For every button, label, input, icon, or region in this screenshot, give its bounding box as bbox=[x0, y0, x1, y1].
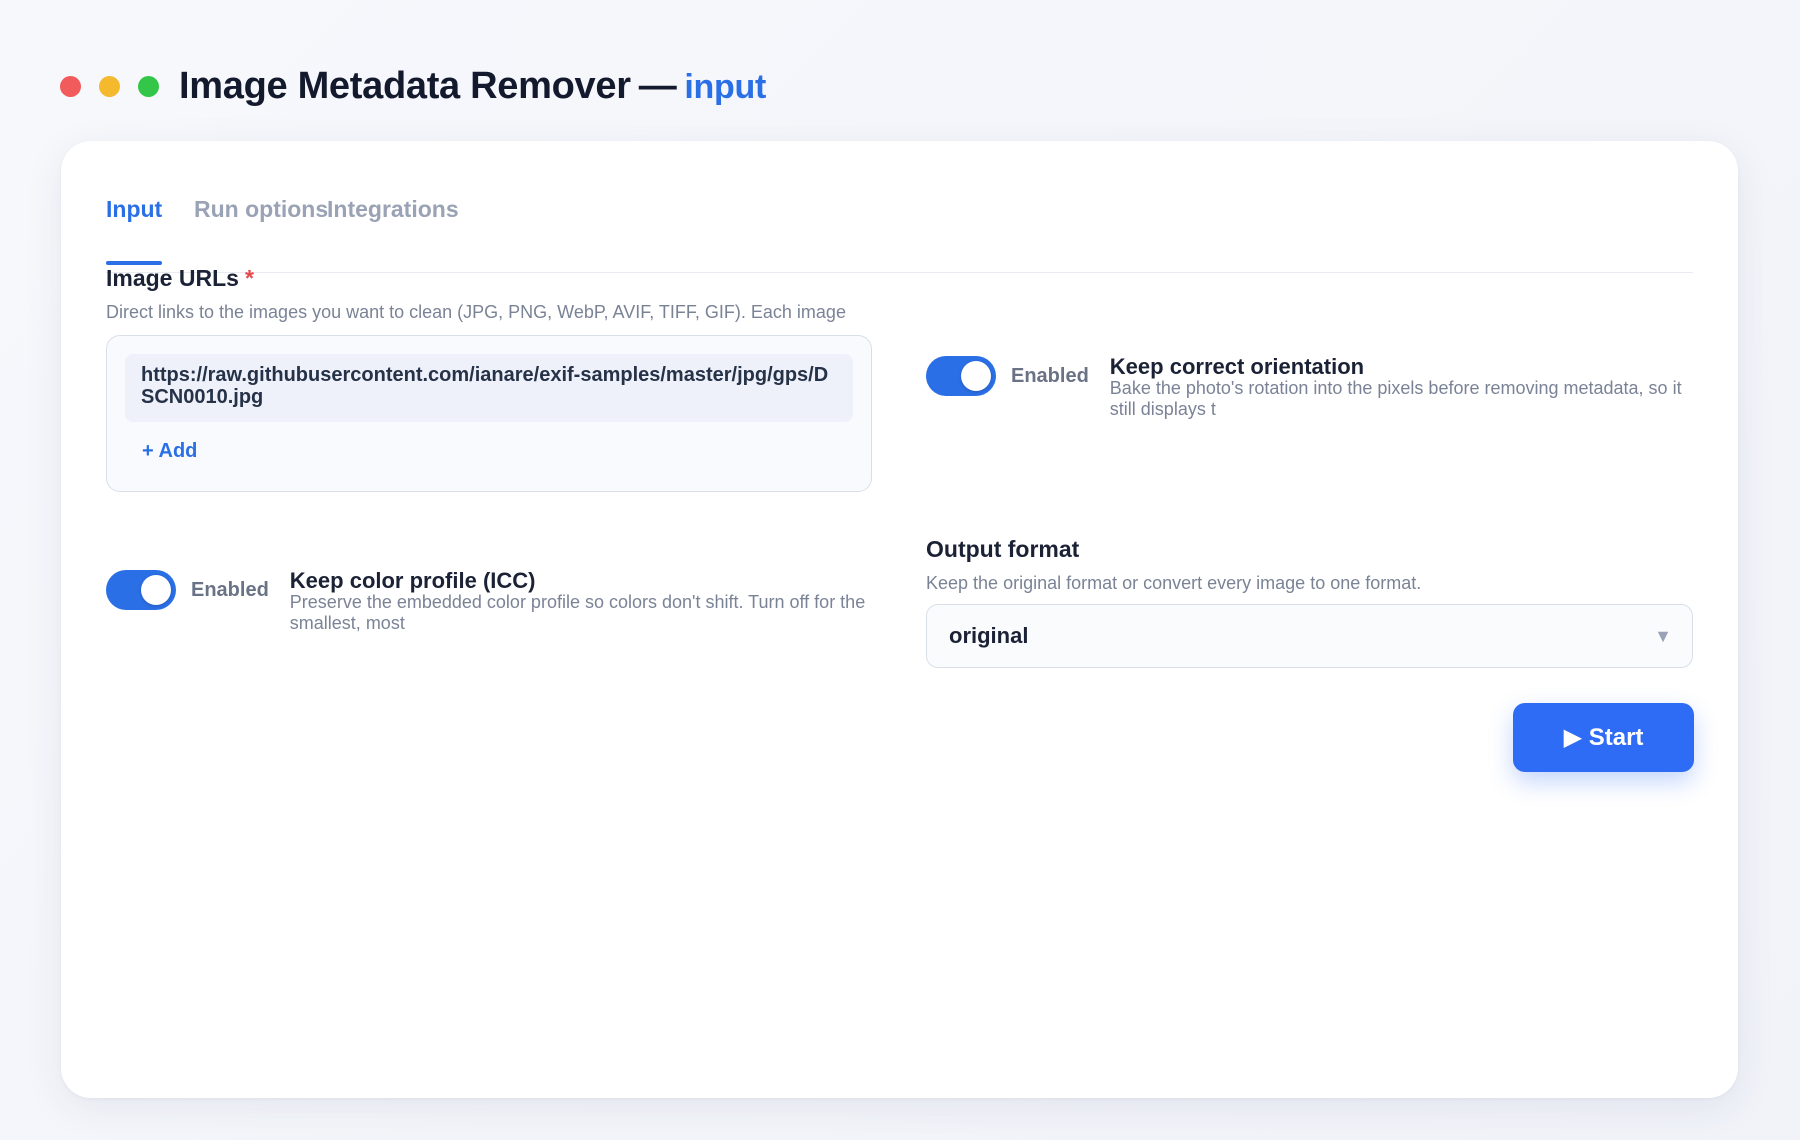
image-urls-label: Image URLs * bbox=[106, 265, 874, 292]
tab-integrations[interactable]: Integrations bbox=[327, 177, 459, 267]
image-urls-label-text: Image URLs bbox=[106, 265, 239, 291]
output-format-label: Output format bbox=[926, 536, 1080, 562]
output-format-value: original bbox=[949, 623, 1029, 648]
start-button[interactable]: ▶ Start bbox=[1513, 703, 1694, 772]
app-name: Image Metadata Remover bbox=[179, 64, 631, 107]
keep-color-profile-title: Keep color profile (ICC) bbox=[289, 568, 536, 593]
keep-orientation-state: Enabled bbox=[1011, 365, 1089, 387]
keep-orientation-toggle[interactable] bbox=[926, 356, 996, 396]
toggle-knob bbox=[961, 361, 991, 391]
url-list-item[interactable]: https://raw.githubusercontent.com/ianare… bbox=[125, 354, 853, 422]
image-urls-help: Direct links to the images you want to c… bbox=[106, 302, 846, 322]
keep-orientation-description: Bake the photo's rotation into the pixel… bbox=[1109, 378, 1682, 419]
minimize-window-dot[interactable] bbox=[99, 75, 120, 97]
keep-color-profile-text: Keep color profile (ICC) Preserve the em… bbox=[290, 570, 874, 634]
keep-orientation-field: Enabled Keep correct orientation Bake th… bbox=[926, 356, 1693, 420]
keep-orientation-title: Keep correct orientation bbox=[1109, 354, 1365, 379]
title-separator: — bbox=[638, 64, 677, 107]
maximize-window-dot[interactable] bbox=[138, 75, 159, 97]
close-window-dot[interactable] bbox=[60, 75, 81, 97]
page-subtitle: input bbox=[684, 67, 766, 106]
keep-color-profile-description: Preserve the embedded color profile so c… bbox=[289, 592, 866, 633]
tab-run-options[interactable]: Run options bbox=[194, 177, 328, 267]
page-title: Image Metadata Remover — input bbox=[179, 65, 766, 108]
tab-bar: Input Run options Integrations bbox=[106, 177, 1693, 273]
toggle-knob bbox=[141, 575, 171, 605]
keep-orientation-text: Keep correct orientation Bake the photo'… bbox=[1110, 356, 1693, 420]
keep-color-profile-toggle[interactable] bbox=[106, 570, 176, 610]
required-marker: * bbox=[244, 265, 254, 291]
tab-input[interactable]: Input bbox=[106, 177, 163, 267]
keep-color-profile-field: Enabled Keep color profile (ICC) Preserv… bbox=[106, 570, 874, 634]
title-bar: Image Metadata Remover — input bbox=[60, 58, 766, 114]
output-format-select[interactable]: original ▼ bbox=[926, 604, 1693, 668]
chevron-down-icon: ▼ bbox=[1654, 626, 1672, 646]
image-urls-list: https://raw.githubusercontent.com/ianare… bbox=[106, 335, 872, 492]
output-format-help: Keep the original format or convert ever… bbox=[926, 573, 1422, 593]
image-urls-field: Image URLs * Direct links to the images y… bbox=[106, 265, 874, 492]
output-format-field: Output format Keep the original format o… bbox=[926, 536, 1693, 668]
keep-color-profile-state: Enabled bbox=[191, 579, 269, 601]
main-card: Input Run options Integrations Image URL… bbox=[61, 141, 1738, 1098]
add-url-button[interactable]: + Add bbox=[142, 440, 197, 463]
